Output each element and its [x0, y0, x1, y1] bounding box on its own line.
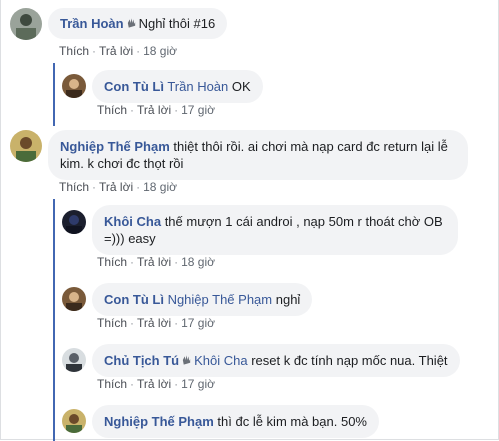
comment-text-continued: kim. k chơi đc thọt rồi: [60, 156, 184, 171]
comment-text: thiệt thôi rồi. ai chơi mà nạp card đc r…: [173, 139, 448, 154]
comment-actions: Thích · Trả lời · 18 giờ: [59, 180, 177, 194]
reply-link[interactable]: Trả lời: [99, 44, 133, 58]
avatar[interactable]: [62, 287, 86, 311]
comment-bubble: Nghiệp Thế Phạm thiệt thôi rồi. ai chơi …: [48, 130, 468, 180]
comment-text: thế mượn 1 cái androi , nạp 50m r thoát …: [164, 214, 443, 229]
timestamp[interactable]: 17 giờ: [181, 316, 215, 330]
like-link[interactable]: Thích: [97, 103, 127, 117]
comment-text-continued: =))) easy: [104, 231, 156, 246]
timestamp[interactable]: 18 giờ: [143, 180, 177, 194]
waving-hand-icon: [127, 18, 135, 28]
reply-link[interactable]: Trả lời: [137, 377, 171, 391]
reply-link[interactable]: Trả lời: [137, 103, 171, 117]
like-link[interactable]: Thích: [97, 255, 127, 269]
avatar[interactable]: [10, 8, 42, 40]
reply-comment: Nghiệp Thế Phạm thì đc lễ kim mà bạn. 50…: [62, 405, 379, 438]
comment-bubble: Chủ Tịch Tú Khôi Cha reset k đc tính nạp …: [92, 344, 460, 377]
comment: Nghiệp Thế Phạm thiệt thôi rồi. ai chơi …: [10, 130, 468, 180]
avatar[interactable]: [62, 409, 86, 433]
timestamp[interactable]: 18 giờ: [181, 255, 215, 269]
mention-link[interactable]: Nghiệp Thế Phạm: [168, 292, 273, 307]
avatar[interactable]: [62, 348, 86, 372]
reply-thread-bar: [53, 63, 55, 126]
like-link[interactable]: Thích: [97, 316, 127, 330]
comment-author[interactable]: Con Tù Lì: [104, 292, 164, 307]
timestamp[interactable]: 17 giờ: [181, 377, 215, 391]
like-link[interactable]: Thích: [59, 44, 89, 58]
like-link[interactable]: Thích: [59, 180, 89, 194]
reply-link[interactable]: Trả lời: [137, 255, 171, 269]
timestamp[interactable]: 18 giờ: [143, 44, 177, 58]
mention-link[interactable]: Khôi Cha: [194, 353, 247, 368]
mention-link[interactable]: Trần Hoàn: [167, 79, 228, 94]
reply-comment: Con Tù Lì Trần Hoàn OK: [62, 70, 263, 103]
comment-author[interactable]: Chủ Tịch Tú: [104, 353, 179, 368]
comment-actions: Thích · Trả lời · 17 giờ: [97, 103, 215, 117]
comment-bubble: Nghiệp Thế Phạm thì đc lễ kim mà bạn. 50…: [92, 405, 379, 438]
comment-actions: Thích · Trả lời · 17 giờ: [97, 377, 215, 391]
comment-text: reset k đc tính nạp mốc nua. Thiệt: [251, 353, 448, 368]
comment-author[interactable]: Khôi Cha: [104, 214, 161, 229]
comment-text: thì đc lễ kim mà bạn. 50%: [217, 414, 367, 429]
reply-thread-bar: [53, 199, 55, 441]
timestamp[interactable]: 17 giờ: [181, 103, 215, 117]
avatar[interactable]: [62, 210, 86, 234]
like-link[interactable]: Thích: [97, 377, 127, 391]
comment-text: nghỉ: [275, 292, 301, 307]
comment-bubble: Con Tù Lì Nghiệp Thế Phạm nghỉ: [92, 283, 313, 316]
comment-author[interactable]: Nghiệp Thế Phạm: [60, 139, 170, 154]
comment-bubble: Khôi Cha thế mượn 1 cái androi , nạp 50m…: [92, 205, 458, 255]
comment-author[interactable]: Trần Hoàn: [60, 16, 124, 31]
comment-text: Nghỉ thôi #16: [138, 16, 216, 31]
comment-author[interactable]: Con Tù Lì: [104, 79, 164, 94]
avatar[interactable]: [10, 130, 42, 162]
reply-comment: Chủ Tịch Tú Khôi Cha reset k đc tính nạp …: [62, 344, 460, 377]
reply-comment: Con Tù Lì Nghiệp Thế Phạm nghỉ: [62, 283, 313, 316]
avatar[interactable]: [62, 74, 86, 98]
comment-actions: Thích · Trả lời · 18 giờ: [97, 255, 215, 269]
reply-link[interactable]: Trả lời: [137, 316, 171, 330]
waving-hand-icon: [182, 355, 191, 365]
reply-comment: Khôi Cha thế mượn 1 cái androi , nạp 50m…: [62, 205, 458, 255]
comment-bubble: Con Tù Lì Trần Hoàn OK: [92, 70, 263, 103]
comment-text: OK: [231, 79, 251, 94]
comment: Trần Hoàn Nghỉ thôi #16: [10, 8, 228, 40]
comment-bubble: Trần Hoàn Nghỉ thôi #16: [48, 8, 228, 39]
reply-link[interactable]: Trả lời: [99, 180, 133, 194]
comment-actions: Thích · Trả lời · 18 giờ: [59, 44, 177, 58]
comment-author[interactable]: Nghiệp Thế Phạm: [104, 414, 214, 429]
comment-actions: Thích · Trả lời · 17 giờ: [97, 316, 215, 330]
